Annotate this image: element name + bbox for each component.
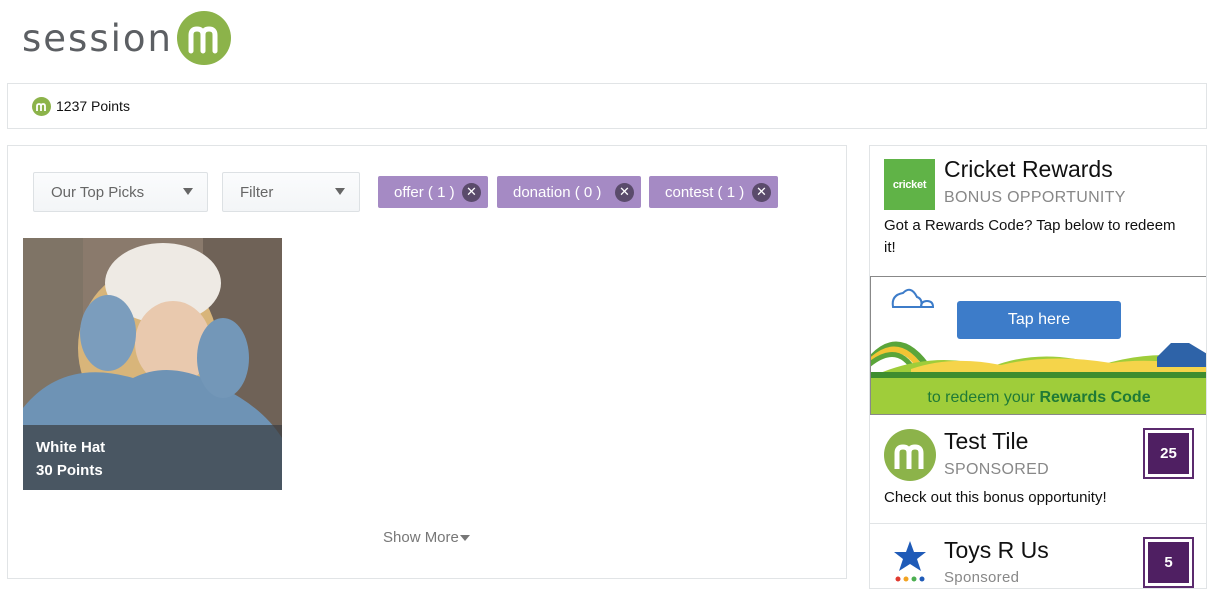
test-tile-card[interactable]: Test Tile SPONSORED Check out this bonus… [870,416,1206,524]
filter-dropdown-value: Filter [240,183,274,201]
points-bar: 1237 Points [7,83,1207,129]
card-subtitle: Sponsored [944,569,1020,586]
chevron-down-icon [183,188,193,195]
cricket-rewards-card[interactable]: cricket Cricket Rewards BONUS OPPORTUNIT… [870,146,1206,276]
card-subtitle: SPONSORED [944,461,1049,478]
sort-dropdown-value: Our Top Picks [51,183,145,201]
points-badge-value: 25 [1148,433,1189,474]
show-more-button[interactable]: Show More [383,529,470,546]
logo-m-icon [176,11,231,65]
filter-dropdown[interactable]: Filter [222,172,360,212]
card-title: Toys R Us [944,537,1049,563]
tag-donation: donation ( 0 ) ✕ [497,176,641,208]
tap-here-label: Tap here [1007,311,1071,328]
tile-caption: White Hat 30 Points [23,425,282,490]
points-badge-value: 5 [1148,542,1189,583]
sort-dropdown[interactable]: Our Top Picks [33,172,208,212]
toys-r-us-card[interactable]: Toys R Us Sponsored 5 [870,525,1206,588]
tag-label: donation ( 0 ) [513,183,602,201]
tap-here-button[interactable]: Tap here [957,301,1121,339]
offer-tile[interactable]: White Hat 30 Points [23,238,282,490]
main-panel: Our Top Picks Filter offer ( 1 ) ✕ donat… [7,145,847,579]
show-more-label: Show More [383,529,459,546]
caret-down-icon [459,535,470,542]
logo-wordmark: session [22,16,173,60]
banner-caption-prefix: to redeem your [927,389,1035,406]
chevron-down-icon [335,188,345,195]
banner-caption: to redeem your Rewards Code [871,389,1206,407]
tag-label: offer ( 1 ) [394,183,455,201]
points-badge[interactable]: 25 [1143,428,1194,479]
tile-points: 30 Points [36,462,103,479]
card-title: Cricket Rewards [944,156,1113,182]
card-title: Test Tile [944,428,1029,454]
remove-tag-icon[interactable]: ✕ [462,183,481,202]
toys-r-us-logo-icon [894,541,926,582]
banner-caption-bold: Rewards Code [1039,389,1151,406]
sessionm-logo[interactable]: session [22,10,231,66]
tile-title: White Hat [36,439,106,456]
points-balance: 1237 Points [56,98,130,114]
card-description: Got a Rewards Code? Tap below to redeem … [884,217,1176,256]
tag-label: contest ( 1 ) [665,183,745,201]
tag-contest: contest ( 1 ) ✕ [649,176,778,208]
sessionm-m-icon [884,429,936,481]
sidebar: cricket Cricket Rewards BONUS OPPORTUNIT… [869,145,1207,589]
card-description: Check out this bonus opportunity! [884,489,1107,506]
redeem-banner[interactable]: Tap here to redeem your Rewards Code [870,276,1206,415]
remove-tag-icon[interactable]: ✕ [752,183,771,202]
tag-offer: offer ( 1 ) ✕ [378,176,488,208]
cricket-logo: cricket [884,159,935,210]
card-subtitle: BONUS OPPORTUNITY [944,189,1126,206]
remove-tag-icon[interactable]: ✕ [615,183,634,202]
points-badge[interactable]: 5 [1143,537,1194,588]
cricket-logo-text: cricket [892,178,927,191]
points-m-icon [32,96,51,116]
